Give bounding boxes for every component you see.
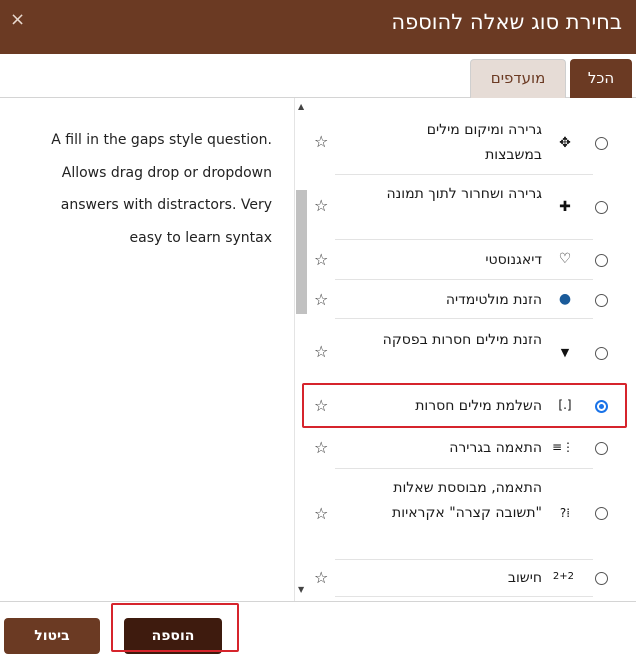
dialog-title: בחירת סוג שאלה להוספה <box>391 10 622 34</box>
list-scrollbar[interactable]: ▲ ▼ <box>296 98 307 601</box>
star-icon[interactable]: ☆ <box>314 438 328 457</box>
dialog-header: בחירת סוג שאלה להוספה × <box>0 0 636 54</box>
question-type-label: חישוב <box>507 570 542 586</box>
question-type-option[interactable]: 2+2 חישוב ☆ <box>295 564 636 592</box>
question-type-label: הזנת מילים חסרות בפסקה <box>382 332 542 348</box>
drag-match-icon: ⋮≡ <box>551 440 574 454</box>
radio-button[interactable] <box>595 201 608 214</box>
tabs-bar: הכל מועדפים <box>0 54 636 98</box>
tab-favourites[interactable]: מועדפים <box>470 59 566 98</box>
question-type-option[interactable]: ✥ גרירה ומיקום מילים במשבצות ☆ <box>295 118 636 174</box>
random-match-icon: ⁞? <box>559 506 571 520</box>
star-icon[interactable]: ☆ <box>314 290 328 309</box>
divider <box>335 279 593 280</box>
question-type-label: גרירה ומיקום מילים במשבצות <box>426 122 542 163</box>
star-icon[interactable]: ☆ <box>314 196 328 215</box>
question-type-label: גרירה ושחרור לתוך תמונה <box>386 186 542 202</box>
close-icon[interactable]: × <box>10 9 25 30</box>
selected-option-highlight <box>302 383 627 428</box>
divider <box>335 468 593 469</box>
multimedia-icon: ● <box>558 291 572 307</box>
question-type-option[interactable]: ▼ הזנת מילים חסרות בפסקה ☆ <box>295 328 636 384</box>
divider <box>335 239 593 240</box>
question-type-label: התאמה, מבוססת שאלות "תשובה קצרה" אקראיות <box>392 480 542 521</box>
question-type-option[interactable]: ✚ גרירה ושחרור לתוך תמונה ☆ <box>295 182 636 238</box>
radio-button[interactable] <box>595 572 608 585</box>
divider <box>335 318 593 319</box>
radio-button[interactable] <box>595 254 608 267</box>
scroll-thumb[interactable] <box>296 190 307 314</box>
calculated-icon: 2+2 <box>552 571 574 582</box>
crosshair-icon: ✚ <box>559 199 571 215</box>
divider <box>335 596 593 597</box>
star-icon[interactable]: ☆ <box>314 504 328 523</box>
question-type-description: A fill in the gaps style question. Allow… <box>51 132 272 246</box>
question-type-option[interactable]: ⋮≡ התאמה בגרירה ☆ <box>295 434 636 462</box>
star-icon[interactable]: ☆ <box>314 342 328 361</box>
question-type-option[interactable]: ⁞? התאמה, מבוססת שאלות "תשובה קצרה" אקרא… <box>295 476 636 554</box>
question-type-label: התאמה בגרירה <box>449 440 542 456</box>
dropdown-caret-icon: ▼ <box>560 346 570 359</box>
star-icon[interactable]: ☆ <box>314 250 328 269</box>
question-type-list: ✥ גרירה ומיקום מילים במשבצות ☆ ✚ גרירה ו… <box>294 98 636 601</box>
scroll-up-icon[interactable]: ▲ <box>298 102 304 111</box>
star-icon[interactable]: ☆ <box>314 568 328 587</box>
radio-button[interactable] <box>595 347 608 360</box>
radio-button[interactable] <box>595 507 608 520</box>
cancel-button[interactable]: ביטול <box>4 618 100 654</box>
tab-all[interactable]: הכל <box>570 59 632 98</box>
add-button-highlight <box>111 603 239 652</box>
radio-button[interactable] <box>595 294 608 307</box>
radio-button[interactable] <box>595 137 608 150</box>
dialog-footer: ביטול הוספה <box>0 601 636 656</box>
question-type-option[interactable]: ● הזנת מולטימדיה ☆ <box>295 286 636 314</box>
move-arrows-icon: ✥ <box>559 135 571 151</box>
question-type-label: דיאגנוסטי <box>485 252 542 268</box>
divider <box>335 174 593 175</box>
question-type-option[interactable]: ♡ דיאגנוסטי ☆ <box>295 246 636 274</box>
star-icon[interactable]: ☆ <box>314 132 328 151</box>
question-type-label: הזנת מולטימדיה <box>445 292 542 308</box>
radio-button[interactable] <box>595 442 608 455</box>
stethoscope-icon: ♡ <box>558 251 572 267</box>
divider <box>335 559 593 560</box>
scroll-down-icon[interactable]: ▼ <box>298 585 304 594</box>
